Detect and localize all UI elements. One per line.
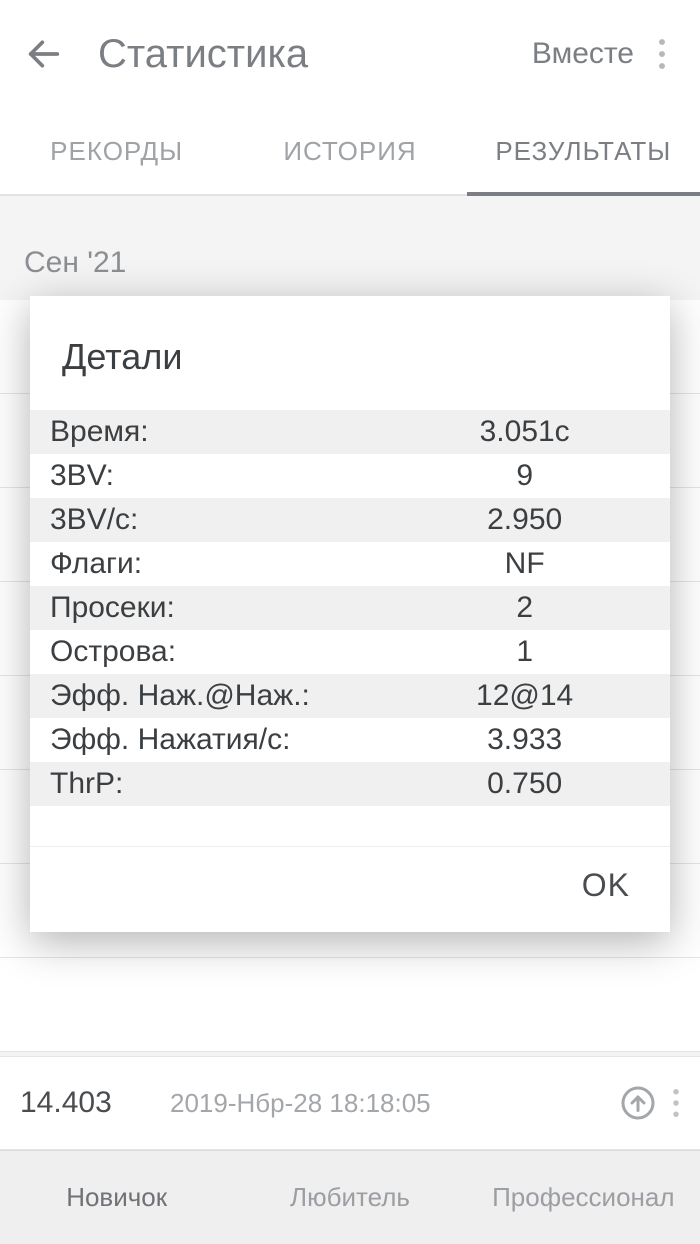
list-item[interactable]: 14.403 2019-Нбр-28 18:18:05 bbox=[0, 1056, 700, 1150]
row-key: Просеки: bbox=[50, 591, 413, 625]
table-row: Время:3.051с bbox=[30, 410, 670, 454]
row-value: 0.750 bbox=[413, 767, 636, 801]
details-dialog: Детали Время:3.051с 3BV:9 3BV/с:2.950 Фл… bbox=[30, 296, 670, 932]
row-value: 3.051с bbox=[413, 415, 636, 449]
page-title: Статистика bbox=[68, 32, 522, 77]
row-key: ThrP: bbox=[50, 767, 413, 801]
upload-icon[interactable] bbox=[604, 1085, 672, 1121]
tab-results[interactable]: РЕЗУЛЬТАТЫ bbox=[467, 108, 700, 194]
table-row: 3BV/с:2.950 bbox=[30, 498, 670, 542]
arrow-left-icon bbox=[24, 34, 64, 74]
result-date: 2019-Нбр-28 18:18:05 bbox=[160, 1088, 604, 1119]
row-key: Эфф. Нажатия/с: bbox=[50, 723, 413, 757]
tab-expert[interactable]: Профессионал bbox=[467, 1151, 700, 1244]
list-item[interactable] bbox=[0, 958, 700, 1052]
app-header: Статистика Вместе bbox=[0, 0, 700, 108]
tab-records[interactable]: РЕКОРДЫ bbox=[0, 108, 233, 194]
dialog-title: Детали bbox=[30, 296, 670, 410]
details-table: Время:3.051с 3BV:9 3BV/с:2.950 Флаги:NF … bbox=[30, 410, 670, 806]
row-value: 1 bbox=[413, 635, 636, 669]
row-key: Время: bbox=[50, 415, 413, 449]
table-row: Просеки:2 bbox=[30, 586, 670, 630]
tab-intermediate[interactable]: Любитель bbox=[233, 1151, 466, 1244]
row-overflow-button[interactable] bbox=[672, 1088, 680, 1118]
back-button[interactable] bbox=[20, 30, 68, 78]
tab-beginner[interactable]: Новичок bbox=[0, 1151, 233, 1244]
row-key: Острова: bbox=[50, 635, 413, 669]
table-row: Флаги:NF bbox=[30, 542, 670, 586]
table-row: Острова:1 bbox=[30, 630, 670, 674]
row-key: Флаги: bbox=[50, 547, 413, 581]
tab-history[interactable]: ИСТОРИЯ bbox=[233, 108, 466, 194]
table-row: Эфф. Нажатия/с:3.933 bbox=[30, 718, 670, 762]
view-mode-button[interactable]: Вместе bbox=[522, 37, 644, 71]
row-key: 3BV: bbox=[50, 459, 413, 493]
row-value: NF bbox=[413, 547, 636, 581]
table-row: 3BV:9 bbox=[30, 454, 670, 498]
row-value: 9 bbox=[413, 459, 636, 493]
row-key: 3BV/с: bbox=[50, 503, 413, 537]
ok-button[interactable]: OK bbox=[582, 867, 630, 904]
row-value: 12@14 bbox=[413, 679, 636, 713]
row-value: 2.950 bbox=[413, 503, 636, 537]
result-time: 14.403 bbox=[20, 1086, 160, 1120]
tabs-top: РЕКОРДЫ ИСТОРИЯ РЕЗУЛЬТАТЫ bbox=[0, 108, 700, 196]
more-vertical-icon bbox=[658, 38, 666, 70]
table-row: Эфф. Наж.@Наж.:12@14 bbox=[30, 674, 670, 718]
row-value: 3.933 bbox=[413, 723, 636, 757]
row-key: Эфф. Наж.@Наж.: bbox=[50, 679, 413, 713]
row-value: 2 bbox=[413, 591, 636, 625]
overflow-menu-button[interactable] bbox=[644, 38, 680, 70]
tabs-bottom: Новичок Любитель Профессионал bbox=[0, 1150, 700, 1244]
dialog-actions: OK bbox=[30, 846, 670, 932]
table-row: ThrP:0.750 bbox=[30, 762, 670, 806]
month-label: Сен '21 bbox=[0, 196, 700, 300]
